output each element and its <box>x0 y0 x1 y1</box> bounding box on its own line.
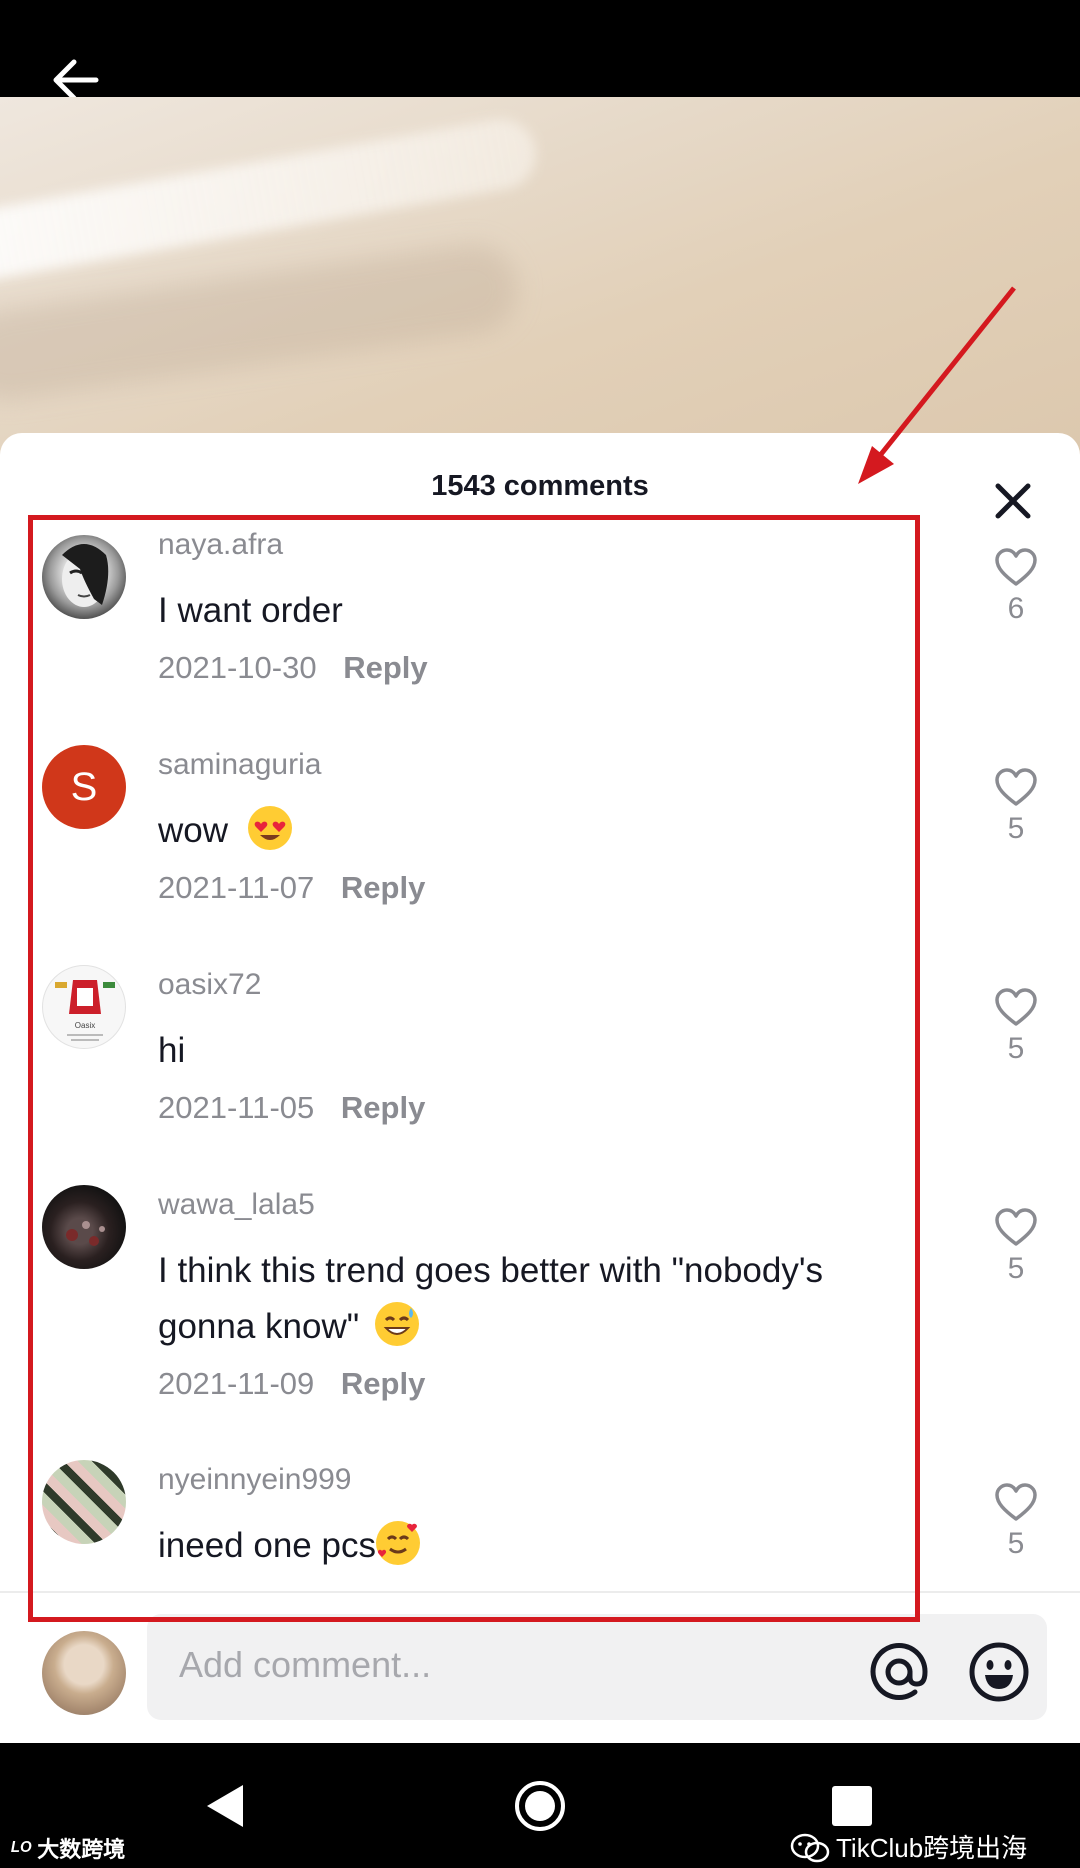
watermark-right: TikClub跨境出海 <box>790 1828 1027 1865</box>
nav-recents-icon[interactable] <box>832 1786 872 1826</box>
like-button[interactable]: 5 <box>990 988 1042 1066</box>
like-count: 5 <box>1007 1527 1025 1560</box>
annotation-arrow-icon <box>858 286 1016 484</box>
like-count: 6 <box>1007 592 1025 625</box>
annotation-highlight-box <box>28 515 920 1622</box>
like-count: 5 <box>1007 812 1025 845</box>
top-bar <box>0 0 1080 97</box>
like-count: 5 <box>1007 1032 1025 1065</box>
heart-icon <box>995 1208 1037 1246</box>
my-avatar[interactable] <box>42 1631 126 1715</box>
at-icon[interactable] <box>868 1641 930 1703</box>
heart-icon <box>995 988 1037 1026</box>
comment-input-placeholder: Add comment... <box>179 1644 432 1685</box>
heart-icon <box>995 768 1037 806</box>
like-button[interactable]: 5 <box>990 1208 1042 1286</box>
heart-icon <box>995 548 1037 586</box>
watermark-logo-icon: ᴸᴼ <box>10 1837 32 1862</box>
heart-icon <box>995 1483 1037 1521</box>
like-button[interactable]: 5 <box>990 768 1042 846</box>
like-count: 5 <box>1007 1252 1025 1285</box>
nav-back-icon[interactable] <box>205 1783 245 1829</box>
wechat-icon <box>790 1833 830 1863</box>
like-button[interactable]: 5 <box>990 1483 1042 1561</box>
watermark-left: ᴸᴼ 大数跨境 <box>10 1837 126 1862</box>
nav-home-icon[interactable] <box>515 1781 565 1831</box>
emoji-icon[interactable] <box>968 1641 1030 1703</box>
like-button[interactable]: 6 <box>990 548 1042 626</box>
